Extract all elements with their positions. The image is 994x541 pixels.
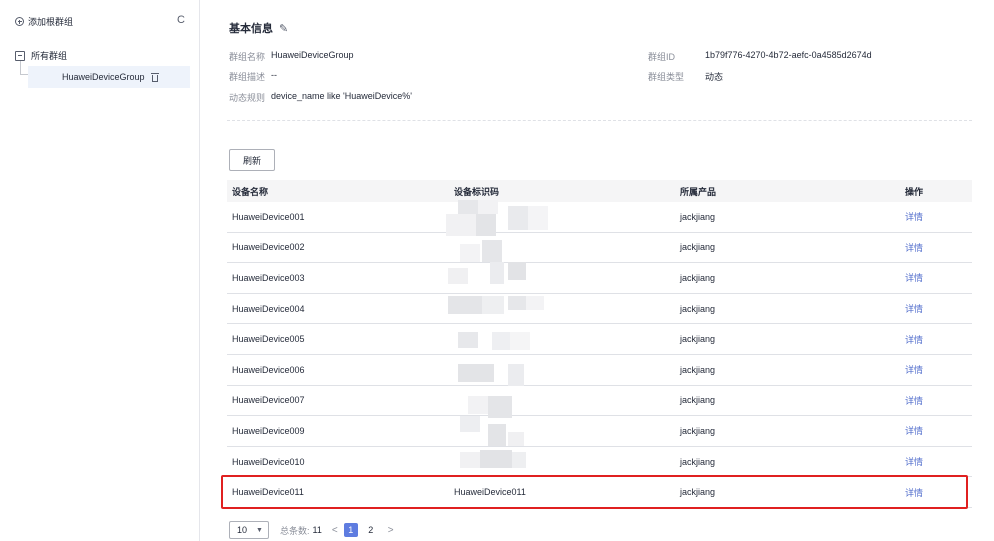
tree-node-label: HuaweiDeviceGroup [62,72,145,82]
collapse-icon[interactable] [15,50,25,61]
product-cell: jackjiang [680,272,716,283]
section-divider [227,120,972,121]
total-count-label: 总条数: [280,525,310,536]
tree-connector-line [20,61,28,75]
add-circle-icon[interactable] [15,16,24,26]
group-name-label: 群组名称 [229,52,266,62]
device-name-cell: HuaweiDevice003 [232,272,305,283]
table-row: HuaweiDevice001 jackjiang 详情 [227,202,972,233]
group-desc-label: 群组描述 [229,72,266,82]
header-product: 所属产品 [680,186,717,197]
device-name-cell: HuaweiDevice001 [232,211,305,222]
table-row: HuaweiDevice009 jackjiang 详情 [227,416,972,447]
section-title: 基本信息 ✎ [229,20,288,36]
page-2-button[interactable]: 2 [364,523,378,537]
detail-link[interactable]: 详情 [905,365,923,375]
total-count-value: 11 [312,525,322,535]
sidebar-header: 添加根群组 C [15,14,185,28]
next-page-icon[interactable]: > [388,525,394,536]
table-row: HuaweiDevice002 jackjiang 详情 [227,233,972,264]
group-id-value: 1b79f776-4270-4b72-aefc-0a4585d2674d [705,50,872,60]
product-cell: jackjiang [680,395,716,406]
refresh-button[interactable]: 刷新 [229,149,275,171]
group-type-value: 动态 [705,72,724,82]
page-size-select[interactable]: 10 ▼ [229,521,269,539]
tree-node-huawei-device-group[interactable]: HuaweiDeviceGroup [28,66,190,88]
edit-icon[interactable]: ✎ [279,22,288,35]
pagination: 10 ▼ 总条数: 11 < 1 2 > [229,521,394,539]
detail-link[interactable]: 详情 [905,426,923,436]
header-device-id: 设备标识码 [454,186,500,197]
main-panel: 基本信息 ✎ 群组名称 HuaweiDeviceGroup 群组描述 -- 动态… [200,0,994,541]
page-size-value: 10 [237,525,248,535]
group-id-label: 群组ID [648,52,676,62]
device-name-cell: HuaweiDevice002 [232,242,305,253]
detail-link[interactable]: 详情 [905,304,923,314]
product-cell: jackjiang [680,334,716,345]
detail-link[interactable]: 详情 [905,396,923,406]
table-header: 设备名称 设备标识码 所属产品 操作 [227,180,972,202]
product-cell: jackjiang [680,425,716,436]
table-row: HuaweiDevice005 jackjiang 详情 [227,324,972,355]
table-row: HuaweiDevice010 jackjiang 详情 [227,447,972,478]
chevron-down-icon: ▼ [256,526,263,534]
detail-link[interactable]: 详情 [905,335,923,345]
device-name-cell: HuaweiDevice009 [232,425,305,436]
table-row: HuaweiDevice003 jackjiang 详情 [227,263,972,294]
product-cell: jackjiang [680,456,716,467]
tree-node-label: 所有群组 [31,51,68,61]
header-action: 操作 [905,186,924,197]
detail-link[interactable]: 详情 [905,243,923,253]
group-name-value: HuaweiDeviceGroup [271,50,354,60]
group-desc-value: -- [271,70,277,80]
table-row: HuaweiDevice004 jackjiang 详情 [227,294,972,325]
group-sidebar: 添加根群组 C 所有群组 HuaweiDeviceGroup [0,0,200,541]
table-row: HuaweiDevice006 jackjiang 详情 [227,355,972,386]
product-cell: jackjiang [680,211,716,222]
product-cell: jackjiang [680,242,716,253]
product-cell: jackjiang [680,364,716,375]
device-name-cell: HuaweiDevice004 [232,303,305,314]
device-table: 设备名称 设备标识码 所属产品 操作 HuaweiDevice001 jackj… [227,180,972,508]
table-row: HuaweiDevice007 jackjiang 详情 [227,386,972,417]
detail-link[interactable]: 详情 [905,273,923,283]
device-name-cell: HuaweiDevice010 [232,456,305,467]
highlight-box [221,475,968,509]
dynamic-rule-label: 动态规则 [229,93,266,103]
device-name-cell: HuaweiDevice006 [232,364,305,375]
device-name-cell: HuaweiDevice007 [232,395,305,406]
detail-link[interactable]: 详情 [905,212,923,222]
add-root-group-button[interactable]: 添加根群组 [28,15,73,28]
trash-icon[interactable] [150,72,159,82]
group-type-label: 群组类型 [648,72,685,82]
product-cell: jackjiang [680,303,716,314]
dynamic-rule-value: device_name like 'HuaweiDevice%' [271,91,413,101]
redacted-device-ids-mosaic [446,200,550,468]
page-1-button[interactable]: 1 [343,523,358,537]
header-device-name: 设备名称 [232,186,269,197]
device-name-cell: HuaweiDevice005 [232,334,305,345]
refresh-icon[interactable]: C [177,14,185,26]
section-title-text: 基本信息 [229,23,273,35]
detail-link[interactable]: 详情 [905,457,923,467]
prev-page-icon[interactable]: < [332,525,338,536]
